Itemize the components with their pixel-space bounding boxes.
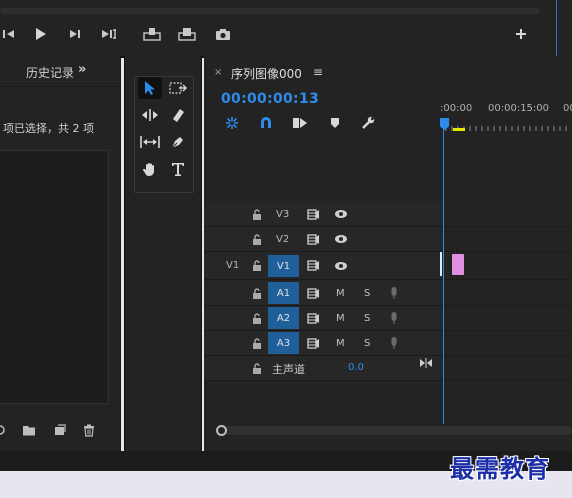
solo-button[interactable]: S — [364, 288, 370, 299]
eye-icon[interactable] — [334, 261, 348, 271]
sync-lock-icon[interactable] — [307, 313, 320, 324]
lock-icon[interactable] — [252, 234, 263, 245]
razor-tool-icon[interactable] — [166, 104, 190, 126]
program-monitor-controls — [0, 0, 572, 56]
track-lane[interactable] — [442, 331, 572, 355]
overwrite-icon[interactable] — [178, 25, 196, 43]
add-marker-icon[interactable] — [327, 115, 343, 131]
sync-lock-icon[interactable] — [307, 338, 320, 349]
nest-sequence-icon[interactable] — [224, 115, 240, 131]
lock-icon[interactable] — [252, 313, 263, 324]
insert-icon[interactable] — [143, 25, 161, 43]
watermark-logo: 最需教育 — [450, 454, 550, 483]
lock-icon[interactable] — [252, 209, 263, 220]
track-lane[interactable] — [442, 202, 572, 226]
microphone-icon[interactable] — [390, 311, 398, 325]
track-row-a3: A3 M S — [204, 331, 572, 356]
lock-icon[interactable] — [252, 288, 263, 299]
track-label-v3: V3 — [276, 209, 290, 220]
panel-menu-icon[interactable]: ≡ — [313, 65, 323, 79]
track-target-a3[interactable]: A3 — [268, 332, 299, 354]
timeline-scrollbar[interactable] — [216, 425, 572, 436]
track-lane[interactable] — [442, 227, 572, 251]
track-row-v2: V2 — [204, 227, 572, 252]
header-divider — [0, 86, 121, 87]
sync-lock-icon[interactable] — [307, 209, 320, 220]
sequence-tab[interactable]: 序列图像000 — [231, 65, 302, 82]
sync-lock-icon[interactable] — [307, 288, 320, 299]
mute-button[interactable]: M — [336, 288, 345, 299]
add-button-icon[interactable] — [512, 25, 530, 43]
history-list[interactable] — [0, 150, 109, 404]
lock-icon[interactable] — [252, 363, 263, 374]
track-lane[interactable] — [442, 281, 572, 305]
work-area-bar[interactable] — [453, 128, 465, 131]
panel-edge — [556, 0, 572, 56]
trash-icon[interactable] — [83, 424, 95, 437]
step-forward-icon[interactable] — [66, 25, 84, 43]
track-label-v2: V2 — [276, 234, 290, 245]
monitor-scrollbar[interactable] — [0, 8, 540, 14]
eye-icon[interactable] — [334, 234, 348, 244]
master-volume-value[interactable]: 0.0 — [348, 362, 364, 373]
track-row-v3: V3 — [204, 202, 572, 227]
ripple-edit-tool-icon[interactable] — [138, 104, 162, 126]
track-lane[interactable] — [442, 306, 572, 330]
solo-button[interactable]: S — [364, 313, 370, 324]
video-clip[interactable] — [452, 254, 464, 275]
history-tab[interactable]: 历史记录 — [26, 64, 74, 81]
track-row-v1: V1 — [204, 252, 572, 280]
tools-panel — [124, 56, 202, 451]
playhead-timecode[interactable]: 00:00:00:13 — [221, 91, 319, 107]
hand-tool-icon[interactable] — [138, 158, 162, 180]
search-icon[interactable] — [0, 424, 6, 436]
track-lane[interactable] — [442, 356, 572, 380]
track-target-a1[interactable]: A1 — [268, 282, 299, 304]
ruler-label-end: 00 — [563, 103, 572, 114]
play-icon[interactable] — [31, 25, 49, 43]
timeline-panel: × 序列图像000 ≡ 00:00:00:13 :00:00 00:00:15:… — [204, 56, 572, 451]
track-target-v1[interactable]: V1 — [268, 255, 299, 277]
track-row-a1: A1 M S — [204, 281, 572, 306]
source-patch-v1[interactable]: V1 — [226, 260, 239, 271]
export-frame-icon[interactable] — [214, 25, 232, 43]
new-item-icon[interactable] — [54, 424, 66, 436]
ruler-label-mid: 00:00:15:00 — [488, 103, 550, 114]
new-bin-icon[interactable] — [22, 424, 36, 436]
mute-button[interactable]: M — [336, 313, 345, 324]
zoom-handle[interactable] — [216, 425, 227, 436]
lock-icon[interactable] — [252, 260, 263, 271]
solo-button[interactable]: S — [364, 338, 370, 349]
track-row-a2: A2 M S — [204, 306, 572, 331]
go-to-out-icon[interactable] — [100, 25, 118, 43]
playhead-line[interactable] — [443, 128, 444, 424]
slip-tool-icon[interactable] — [138, 131, 162, 153]
selection-status: 项已选择，共 2 项 — [3, 122, 94, 135]
snap-icon[interactable] — [258, 115, 274, 131]
panel-overflow-icon[interactable]: » — [78, 62, 86, 77]
linked-selection-icon[interactable] — [292, 115, 308, 131]
lock-icon[interactable] — [252, 338, 263, 349]
eye-icon[interactable] — [334, 209, 348, 219]
sync-lock-icon[interactable] — [307, 260, 320, 271]
type-tool-icon[interactable] — [166, 158, 190, 180]
track-select-tool-icon[interactable] — [166, 77, 190, 99]
selection-tool-icon[interactable] — [138, 77, 162, 99]
go-to-end-icon[interactable] — [420, 358, 432, 368]
mute-button[interactable]: M — [336, 338, 345, 349]
clip-in-edge[interactable] — [440, 252, 442, 276]
ruler-label-start: :00:00 — [440, 103, 473, 114]
track-target-a2[interactable]: A2 — [268, 307, 299, 329]
history-panel: 历史记录 » 项已选择，共 2 项 — [0, 56, 121, 451]
track-row-master — [204, 356, 572, 381]
microphone-icon[interactable] — [390, 286, 398, 300]
master-track-label: 主声道 — [272, 363, 305, 376]
wrench-icon[interactable] — [360, 115, 376, 131]
microphone-icon[interactable] — [390, 336, 398, 350]
step-back-icon[interactable] — [0, 25, 18, 43]
close-sequence-icon[interactable]: × — [214, 67, 222, 78]
pen-tool-icon[interactable] — [166, 131, 190, 153]
sync-lock-icon[interactable] — [307, 234, 320, 245]
